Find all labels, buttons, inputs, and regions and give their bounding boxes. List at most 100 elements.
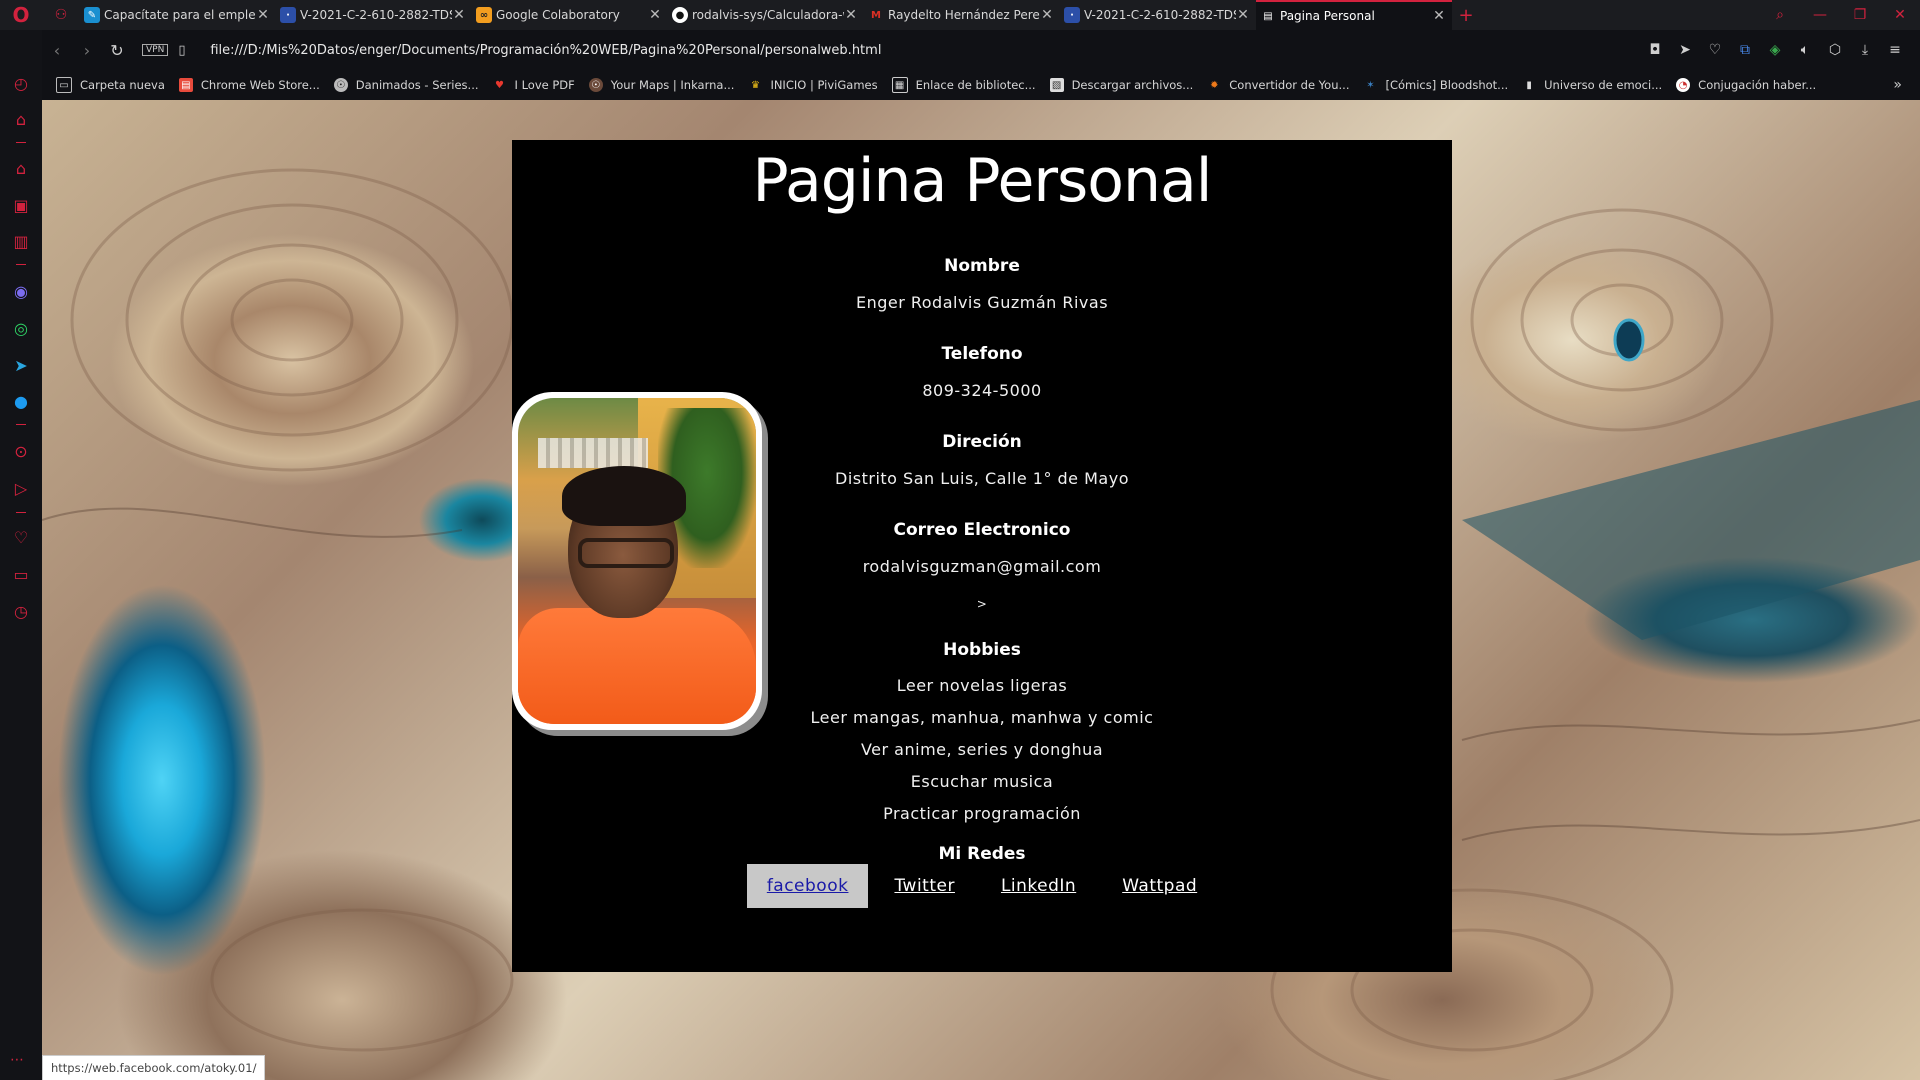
chevron-right-icon[interactable]: » (1893, 77, 1902, 93)
reload-icon[interactable]: ↻ (102, 41, 132, 60)
page-title: Pagina Personal (752, 146, 1213, 216)
library-icon: ▦ (891, 77, 908, 93)
whatsapp-icon[interactable]: ◎ (8, 315, 34, 341)
restore-icon[interactable]: ❐ (1840, 7, 1880, 23)
hobby-item: Practicar programación (883, 804, 1081, 823)
player-circle-icon[interactable]: ⊙ (8, 438, 34, 464)
close-window-icon[interactable]: ✕ (1880, 7, 1920, 23)
close-icon[interactable]: ✕ (1432, 8, 1446, 24)
bookmark-3[interactable]: ♥ I Love PDF (493, 78, 575, 92)
close-icon[interactable]: ✕ (1040, 7, 1054, 23)
speed-dial-icon[interactable]: ◴ (8, 70, 34, 96)
opera-logo-icon[interactable]: O (0, 0, 42, 30)
new-tab-button[interactable]: + (1452, 5, 1480, 26)
tab-title: Pagina Personal (1280, 9, 1375, 23)
bookmark-label: Conjugación haber... (1698, 78, 1817, 92)
profile-card: Pagina Personal Nombre Enger Rodalvis Gu… (512, 140, 1452, 972)
bookmark-0[interactable]: ▭ Carpeta nueva (56, 77, 165, 93)
bookmark-2[interactable]: ☉ Danimados - Series... (333, 78, 479, 92)
tab-4[interactable]: M Raydelto Hernández Perera ✕ (864, 0, 1060, 30)
cube-icon[interactable]: ⬡ (1820, 42, 1850, 58)
tab-favicon-icon: · (280, 7, 296, 23)
search-tabs-icon[interactable]: ⌕ (1760, 7, 1800, 23)
close-icon[interactable]: ✕ (256, 7, 270, 23)
twitter-link[interactable]: Twitter (874, 864, 974, 908)
globe-icon: ☉ (333, 78, 348, 92)
tab-title: Capacítate para el empleo (104, 8, 256, 22)
bookmark-label: Universo de emoci... (1544, 78, 1663, 92)
convert-icon: ✹ (1210, 79, 1219, 91)
facebook-link[interactable]: facebook (746, 864, 869, 908)
shopping-bag-icon[interactable]: ⌂ (8, 106, 34, 132)
page-viewport: Pagina Personal Nombre Enger Rodalvis Gu… (42, 100, 1920, 1080)
address-bar-actions: ◘ ➤ ♡ ⧉ ◈ 🔈︎ ⬡ ⤓ ≡ (1640, 42, 1920, 58)
gamepad-icon[interactable]: ⚇ (42, 7, 80, 23)
menu-icon[interactable]: ≡ (1880, 42, 1910, 58)
bookmark-label: Descargar archivos... (1071, 78, 1194, 92)
tab-3[interactable]: ● rodalvis-sys/Calculadora-w ✕ (668, 0, 864, 30)
bookmark-5[interactable]: ♛ INICIO | PiviGames (748, 78, 878, 92)
linkedin-link[interactable]: LinkedIn (981, 864, 1096, 908)
more-icon[interactable]: ⋯ (10, 1052, 24, 1068)
colab-icon: ∞ (476, 7, 492, 23)
close-icon[interactable]: ✕ (1236, 7, 1250, 23)
tab-title: Google Colaboratory (496, 8, 620, 22)
bookmark-9[interactable]: ✶ [Cómics] Bloodshot... (1363, 78, 1508, 92)
back-icon[interactable]: ‹ (42, 41, 72, 60)
page-info-icon[interactable]: ▯ (178, 43, 198, 58)
reading-list-icon[interactable]: ▥ (8, 228, 34, 254)
home-icon[interactable]: ⌂ (8, 155, 34, 181)
gmail-icon: M (871, 9, 881, 21)
tab-6-active[interactable]: ▤ Pagina Personal ✕ (1256, 0, 1452, 30)
tab-0[interactable]: ✎ Capacítate para el empleo ✕ (80, 0, 276, 30)
volume-icon[interactable]: 🔈︎ (1790, 42, 1820, 58)
camera-icon[interactable]: ◘ (1640, 42, 1670, 58)
tab-bar: O ⚇ ✎ Capacítate para el empleo ✕ · V-20… (0, 0, 1920, 30)
globe-icon: ☉ (588, 78, 603, 92)
address-bar: ‹ › ↻ VPN ▯ file:///D:/Mis%20Datos/enger… (42, 30, 1920, 70)
bookmark-label: Convertidor de You... (1229, 78, 1350, 92)
bookmark-1[interactable]: ▤ Chrome Web Store... (178, 78, 320, 92)
send-icon[interactable]: ➤ (1670, 42, 1700, 58)
bookmark-6[interactable]: ▦ Enlace de bibliotec... (891, 77, 1036, 93)
bookmark-8[interactable]: ✹ Convertidor de You... (1207, 78, 1349, 92)
url-field[interactable]: file:///D:/Mis%20Datos/enger/Documents/P… (210, 43, 881, 58)
close-icon[interactable]: ✕ (844, 7, 858, 23)
clock-icon[interactable]: ◷ (8, 598, 34, 624)
player-icon[interactable]: ▣ (8, 192, 34, 218)
forward-icon[interactable]: › (72, 41, 102, 60)
download-icon: ▧ (1049, 78, 1064, 92)
tab-title: rodalvis-sys/Calculadora-w (692, 8, 844, 22)
folder-icon: ▭ (56, 77, 72, 93)
extension-icon[interactable]: ◈ (1760, 42, 1790, 58)
download-icon[interactable]: ⤓ (1850, 42, 1880, 58)
tab-2[interactable]: ∞ Google Colaboratory ✕ (472, 0, 668, 30)
tab-1[interactable]: · V-2021-C-2-610-2882-TDS ✕ (276, 0, 472, 30)
nombre-value: Enger Rodalvis Guzmán Rivas (855, 293, 1109, 312)
heart-icon[interactable]: ♡ (8, 524, 34, 550)
tab-title: V-2021-C-2-610-2882-TDS (1084, 8, 1236, 22)
telegram-icon[interactable]: ➤ (8, 352, 34, 378)
bookmarks-bar: ▭ Carpeta nueva ▤ Chrome Web Store... ☉ Dan… (42, 70, 1920, 100)
translate-icon[interactable]: ⧉ (1730, 42, 1760, 58)
bookmark-7[interactable]: ▧ Descargar archivos... (1049, 78, 1194, 92)
wattpad-link[interactable]: Wattpad (1102, 864, 1217, 908)
messenger-icon[interactable]: ◉ (8, 278, 34, 304)
minimize-icon[interactable]: — (1800, 7, 1840, 23)
send-icon[interactable]: ▷ (8, 475, 34, 501)
profile-photo (518, 398, 756, 724)
twitter-icon[interactable]: ● (8, 388, 34, 414)
close-icon[interactable]: ✕ (648, 7, 662, 23)
store-icon: ▤ (178, 78, 193, 92)
bookmark-11[interactable]: ◔ Conjugación haber... (1676, 78, 1816, 92)
history-tabs-icon[interactable]: ▭ (8, 561, 34, 587)
bookmark-10[interactable]: ▮ Universo de emoci... (1522, 78, 1662, 92)
tab-5[interactable]: · V-2021-C-2-610-2882-TDS ✕ (1060, 0, 1256, 30)
heart-icon[interactable]: ♡ (1700, 42, 1730, 58)
tab-favicon-icon: · (1064, 7, 1080, 23)
bookmark-label: Carpeta nueva (80, 78, 165, 92)
comic-icon: ✶ (1366, 79, 1375, 91)
vpn-badge[interactable]: VPN (142, 44, 169, 56)
close-icon[interactable]: ✕ (452, 7, 466, 23)
bookmark-4[interactable]: ☉ Your Maps | Inkarna... (588, 78, 734, 92)
